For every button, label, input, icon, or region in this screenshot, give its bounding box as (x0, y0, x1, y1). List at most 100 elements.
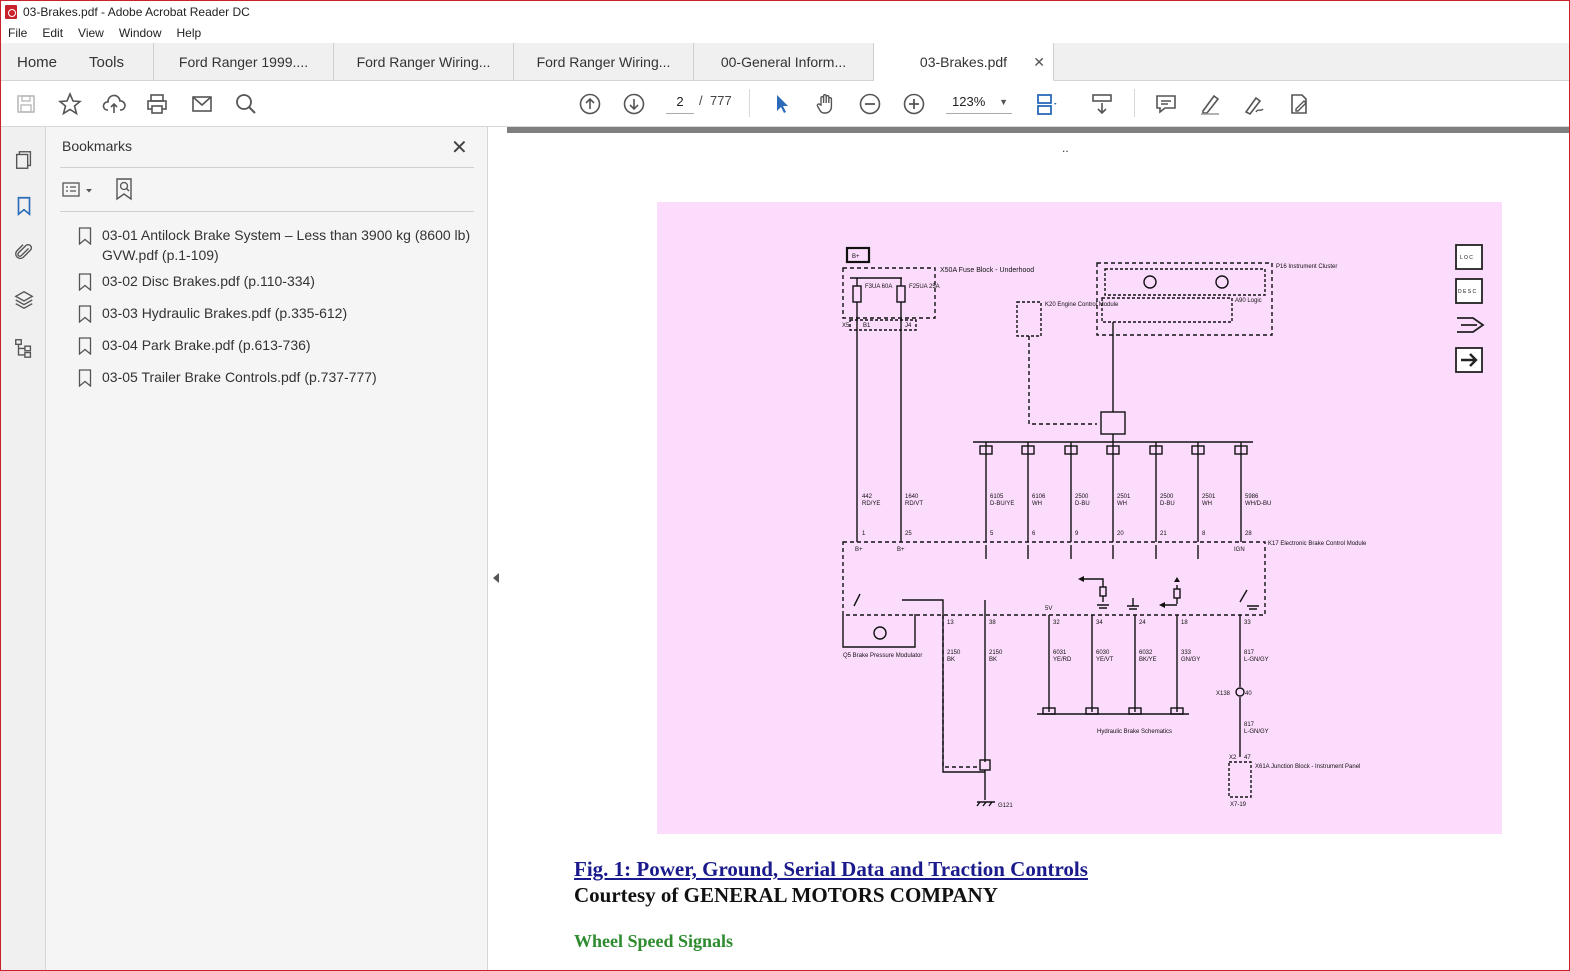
bookmark-icon (78, 337, 92, 355)
print-icon[interactable] (144, 91, 170, 117)
menu-window[interactable]: Window (112, 26, 170, 40)
menu-edit[interactable]: Edit (35, 26, 71, 40)
wire-circuit: 2501 (1202, 494, 1216, 500)
doc-tab[interactable]: Ford Ranger Wiring... (334, 43, 514, 81)
x5-label: X5 (842, 323, 850, 329)
bookmark-item[interactable]: 03-05 Trailer Brake Controls.pdf (p.737-… (78, 367, 478, 387)
left-rail (1, 127, 46, 970)
bookmark-item[interactable]: 03-01 Antilock Brake System – Less than … (78, 225, 478, 265)
wire-color: D-BU (1075, 501, 1090, 507)
email-icon[interactable] (189, 91, 215, 117)
wire-circuit: 817 (1244, 650, 1255, 656)
select-cursor-icon[interactable] (769, 91, 795, 117)
zoom-dropdown[interactable]: 123% ▼ (946, 90, 1012, 114)
figure-credit: Courtesy of GENERAL MOTORS COMPANY (574, 883, 998, 907)
doc-tab-label: 00-General Inform... (720, 54, 847, 70)
wire-circuit: 5986 (1245, 494, 1259, 500)
j4-label: J4 (905, 323, 912, 329)
wire-pin: 1 (862, 531, 866, 537)
cluster-label: P16 Instrument Cluster (1276, 264, 1337, 270)
fit-page-icon[interactable] (1034, 91, 1060, 117)
layers-icon[interactable] (11, 287, 37, 313)
wire-circuit: 1640 (905, 494, 919, 500)
pin-label: 5V (1045, 606, 1052, 612)
connector-view-icon[interactable] (1457, 317, 1485, 333)
doc-tab-active[interactable]: 03-Brakes.pdf ✕ (874, 43, 1054, 81)
x2-label: X2 (1229, 755, 1237, 761)
doc-tab[interactable]: 00-General Inform... (694, 43, 874, 81)
previous-page-icon[interactable] (577, 91, 603, 117)
content-tree-icon[interactable] (11, 335, 37, 361)
search-icon[interactable] (233, 91, 259, 117)
bookmark-icon[interactable] (11, 193, 37, 219)
app-window: 03-Brakes.pdf - Adobe Acrobat Reader DC … (0, 0, 1570, 971)
bookmark-label: 03-02 Disc Brakes.pdf (p.110-334) (102, 273, 315, 289)
page-number-input[interactable]: 2 (666, 90, 694, 114)
bookmark-label: 03-05 Trailer Brake Controls.pdf (p.737-… (102, 369, 377, 385)
page-thumbnails-icon[interactable] (11, 147, 37, 173)
tab-bar: Home Tools Ford Ranger 1999.... Ford Ran… (1, 43, 1569, 81)
page-separator: / (699, 93, 703, 108)
junction-label: X61A Junction Block - Instrument Panel (1255, 764, 1360, 770)
doc-tab-label: Ford Ranger Wiring... (536, 54, 671, 70)
zoom-in-icon[interactable] (901, 91, 927, 117)
tab-tools[interactable]: Tools (73, 43, 154, 81)
edit-pdf-icon[interactable] (1286, 91, 1312, 117)
collapse-panel-icon[interactable] (493, 573, 499, 583)
upload-cloud-icon[interactable] (101, 91, 127, 117)
menu-view[interactable]: View (71, 26, 112, 40)
wire-circuit: 817 (1244, 722, 1255, 728)
close-tab-icon[interactable]: ✕ (1033, 54, 1045, 71)
next-page-icon[interactable] (621, 91, 647, 117)
comment-icon[interactable] (1153, 91, 1179, 117)
bookmark-icon (78, 305, 92, 323)
wire-circuit: 2500 (1160, 494, 1174, 500)
wire-color: YE/VT (1096, 657, 1114, 663)
zoom-out-icon[interactable] (857, 91, 883, 117)
wire-color: RD/YE (862, 501, 880, 507)
wire-color: L-GN/GY (1244, 657, 1269, 663)
add-bookmark-button[interactable] (114, 177, 136, 201)
highlight-pen-icon[interactable] (1197, 91, 1223, 117)
doc-tab[interactable]: Ford Ranger 1999.... (154, 43, 334, 81)
star-icon[interactable] (57, 91, 83, 117)
document-view[interactable]: .. B+ X50A Fuse Block - Underhood F3UA 6… (507, 127, 1569, 970)
menu-help[interactable]: Help (170, 26, 210, 40)
figure-caption[interactable]: Fig. 1: Power, Ground, Serial Data and T… (574, 857, 1088, 882)
location-nav-label: L O C (1460, 255, 1473, 261)
save-icon[interactable] (13, 91, 39, 117)
acrobat-logo-icon (5, 5, 17, 19)
bookmark-item[interactable]: 03-03 Hydraulic Brakes.pdf (p.335-612) (78, 303, 478, 323)
hand-tool-icon[interactable] (813, 91, 839, 117)
ground-label: G121 (998, 803, 1013, 809)
wire-pin: 8 (1202, 531, 1206, 537)
wire-circuit: 6031 (1053, 650, 1067, 656)
wire-color: WH (1202, 501, 1212, 507)
scroll-mode-icon[interactable] (1089, 91, 1115, 117)
wire-color: GN/GY (1181, 657, 1200, 663)
wire-color: WH/D-BU (1245, 501, 1271, 507)
window-title: 03-Brakes.pdf - Adobe Acrobat Reader DC (23, 5, 250, 19)
wire-color: D-BU/YE (990, 501, 1014, 507)
fuse2-label: F25UA 25A (909, 284, 940, 290)
sign-icon[interactable] (1241, 91, 1267, 117)
bookmark-item[interactable]: 03-02 Disc Brakes.pdf (p.110-334) (78, 271, 478, 291)
wire-circuit: 2150 (947, 650, 961, 656)
page-edge (507, 127, 1569, 133)
x2-pin: 47 (1244, 755, 1251, 761)
tab-home[interactable]: Home (1, 43, 73, 81)
ecm-label: K20 Engine Control Module (1045, 302, 1119, 308)
wiring-diagram: B+ X50A Fuse Block - Underhood F3UA 60A … (657, 202, 1502, 834)
ebcm-label: K17 Electronic Brake Control Module (1268, 541, 1367, 547)
bookmark-options-button[interactable] (62, 179, 96, 201)
hydraulic-label: Hydraulic Brake Schematics (1097, 729, 1172, 735)
doc-tab-label: Ford Ranger Wiring... (356, 54, 491, 70)
a90-label: A90 Logic (1235, 298, 1262, 304)
bookmark-item[interactable]: 03-04 Park Brake.pdf (p.613-736) (78, 335, 478, 355)
close-icon[interactable]: ✕ (451, 135, 468, 160)
fuse-block-label: X50A Fuse Block - Underhood (940, 267, 1034, 274)
attachment-icon[interactable] (11, 239, 37, 265)
toolbar-divider (1134, 89, 1135, 117)
doc-tab[interactable]: Ford Ranger Wiring... (514, 43, 694, 81)
menu-file[interactable]: File (1, 26, 35, 40)
